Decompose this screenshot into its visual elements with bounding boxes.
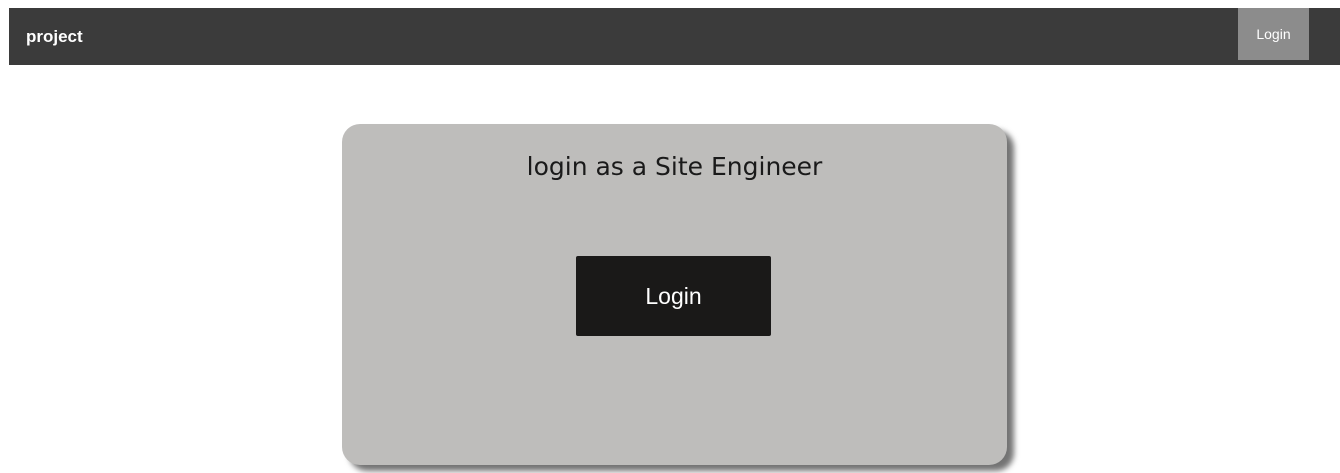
login-button[interactable]: Login xyxy=(576,256,771,336)
card-title: login as a Site Engineer xyxy=(526,152,823,181)
nav-login-button[interactable]: Login xyxy=(1238,8,1309,60)
brand-link[interactable]: project xyxy=(26,27,83,47)
login-card: login as a Site Engineer Login xyxy=(342,124,1007,465)
top-navbar: project Login xyxy=(9,8,1340,65)
